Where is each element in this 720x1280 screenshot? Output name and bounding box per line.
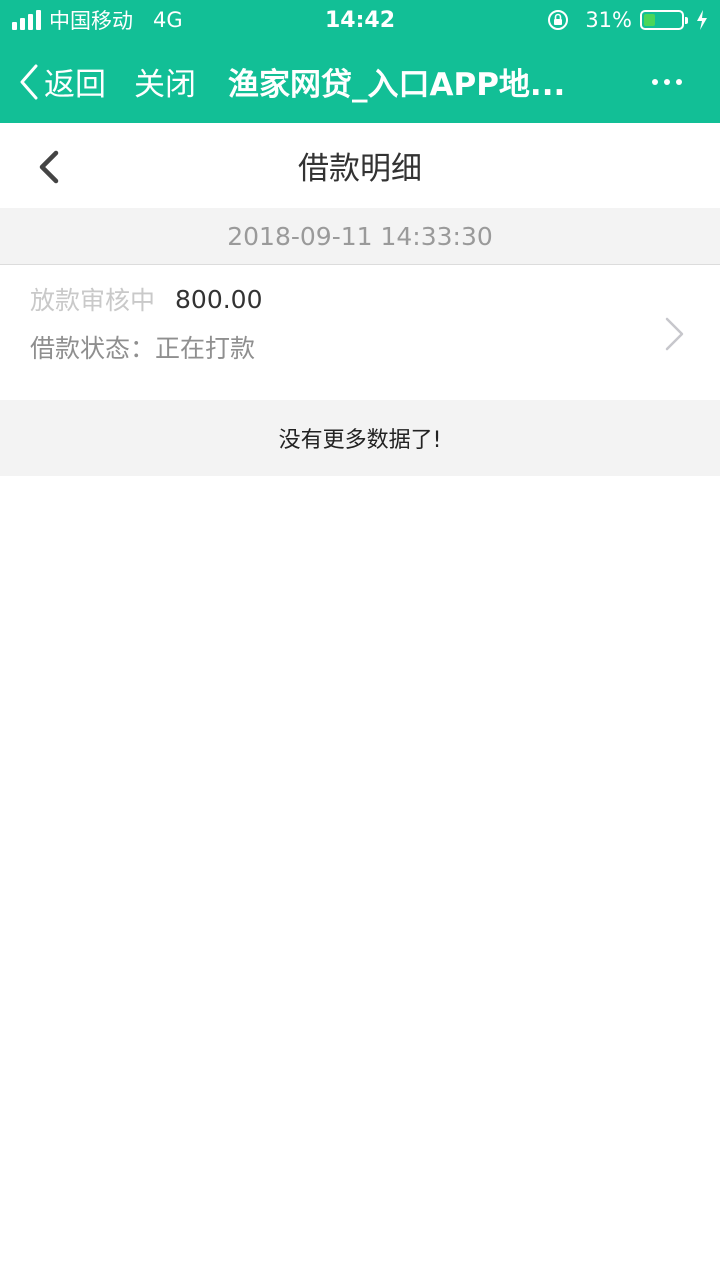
app-screen: 中国移动 4G 14:42 31% 返回 关闭 渔家网贷_入口APP地... 借… xyxy=(0,0,720,1280)
orientation-lock-icon xyxy=(548,10,569,30)
status-bar: 中国移动 4G 14:42 31% xyxy=(0,0,720,40)
charging-icon xyxy=(697,10,707,30)
nav-close-button[interactable]: 关闭 xyxy=(134,40,196,123)
record-state-value: 正在打款 xyxy=(155,334,256,363)
page-back-button[interactable] xyxy=(30,147,70,187)
record-summary: 放款审核中 800.00 xyxy=(30,281,263,317)
no-more-data: 没有更多数据了! xyxy=(0,400,720,476)
more-icon[interactable] xyxy=(652,40,682,123)
page-title: 借款明细 xyxy=(298,151,422,187)
back-chevron-icon xyxy=(20,64,38,99)
record-status: 放款审核中 xyxy=(30,286,156,315)
record-amount: 800.00 xyxy=(175,284,263,314)
list-item[interactable]: 放款审核中 800.00 借款状态： 正在打款 xyxy=(0,265,720,400)
page-header: 借款明细 xyxy=(0,123,720,208)
battery-fill xyxy=(644,14,655,26)
battery-icon xyxy=(640,10,688,30)
nav-bar: 返回 关闭 渔家网贷_入口APP地... xyxy=(0,40,720,123)
nav-back-label: 返回 xyxy=(44,67,106,103)
chevron-right-icon xyxy=(665,317,684,351)
record-state-label: 借款状态： xyxy=(30,334,156,363)
record-date: 2018-09-11 14:33:30 xyxy=(0,208,720,265)
record-state: 借款状态： 正在打款 xyxy=(30,329,255,365)
status-right: 31% xyxy=(547,0,708,40)
nav-back-button[interactable]: 返回 xyxy=(18,40,106,123)
battery-percent: 31% xyxy=(585,8,632,32)
nav-title: 渔家网贷_入口APP地... xyxy=(228,67,566,103)
